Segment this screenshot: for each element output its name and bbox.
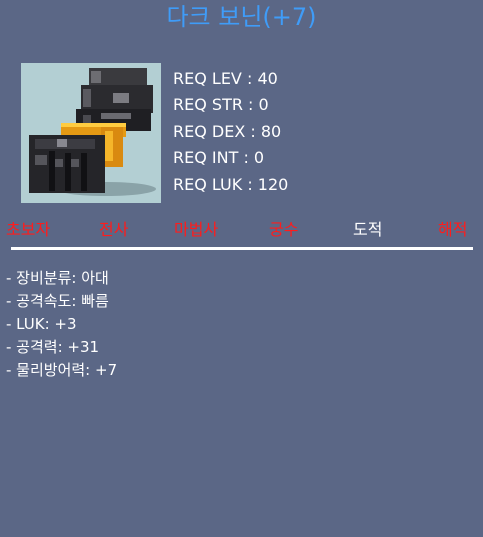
requirements-list: REQ LEV : 40 REQ STR : 0 REQ DEX : 80 RE…	[173, 66, 288, 198]
stat-attack-speed: - 공격속도: 빠름	[6, 292, 109, 310]
job-list: 초보자 전사 마법사 궁수 도적 해적	[0, 219, 483, 243]
stat-luk: - LUK: +3	[6, 315, 77, 333]
req-int: REQ INT : 0	[173, 148, 265, 168]
req-level: REQ LEV : 40	[173, 69, 278, 88]
stat-attack: - 공격력: +31	[6, 338, 100, 356]
job-archer: 궁수	[269, 220, 299, 239]
req-luk: REQ LUK : 120	[173, 174, 289, 194]
job-pirate: 해적	[438, 220, 468, 239]
job-thief: 도적	[353, 220, 383, 239]
divider	[11, 247, 473, 250]
req-dex: REQ DEX : 80	[173, 121, 282, 141]
item-image	[21, 63, 161, 203]
item-title: 다크 보닌(+7)	[166, 3, 317, 31]
item-stats: - 장비분류: 아대 - 공격속도: 빠름 - LUK: +3 - 공격력: +…	[6, 267, 117, 382]
job-magician: 마법사	[174, 220, 219, 239]
stat-category: - 장비분류: 아대	[6, 269, 109, 287]
req-str: REQ STR : 0	[173, 95, 269, 115]
stat-defense: - 물리방어력: +7	[6, 361, 118, 379]
job-warrior: 전사	[99, 220, 129, 239]
job-beginner: 초보자	[6, 220, 51, 239]
dark-gauntlet-icon	[29, 68, 156, 196]
